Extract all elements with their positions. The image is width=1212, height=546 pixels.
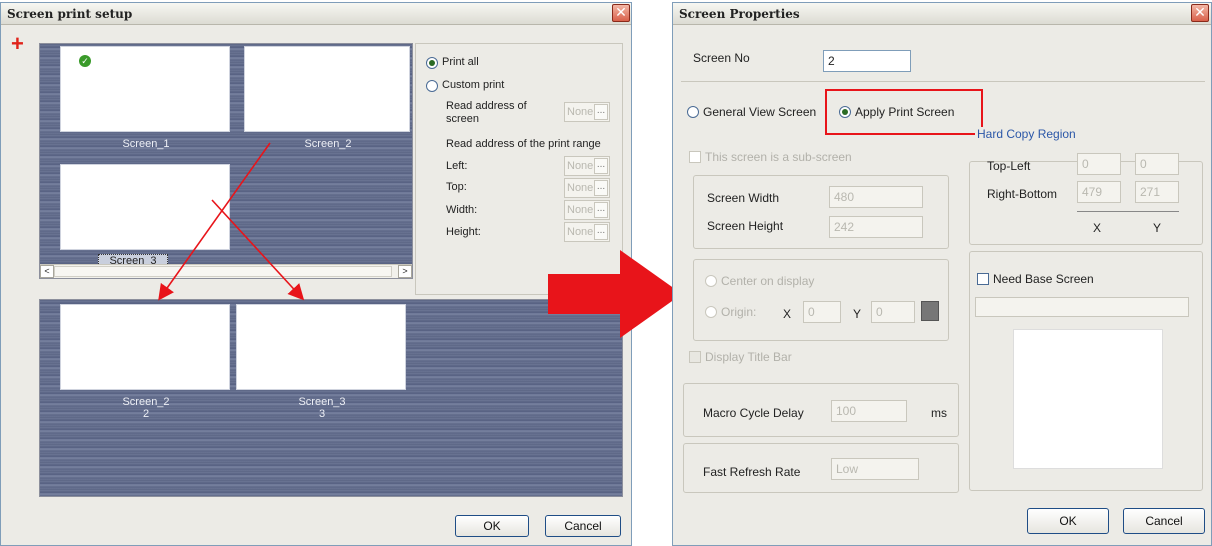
screen-thumbnail-3[interactable] (60, 164, 230, 250)
right-bottom-x-input[interactable]: 479 (1077, 181, 1121, 203)
fast-refresh-label: Fast Refresh Rate (703, 465, 801, 479)
origin-radio[interactable] (705, 306, 717, 318)
sub-screen-checkbox[interactable] (689, 151, 701, 163)
print-screen-label-2: Screen_2 (122, 396, 170, 408)
custom-print-radio[interactable] (426, 80, 438, 92)
macro-cycle-input[interactable]: 100 (831, 400, 907, 422)
screen-properties-dialog: Screen Properties ✕ Screen No 2 General … (672, 2, 1212, 546)
column-y-label: Y (1153, 221, 1162, 235)
column-divider (1077, 211, 1179, 212)
check-icon: ✓ (79, 55, 91, 67)
general-view-label: General View Screen (703, 105, 817, 119)
left-label: Left: (446, 160, 468, 172)
top-left-y-input[interactable]: 0 (1135, 153, 1179, 175)
read-address-screen-field[interactable]: None... (564, 102, 610, 122)
display-title-bar-checkbox[interactable] (689, 351, 701, 363)
print-screen-number-2: 2 (142, 408, 150, 420)
left-field[interactable]: None... (564, 156, 610, 176)
macro-unit-label: ms (931, 406, 947, 420)
top-field[interactable]: None... (564, 178, 610, 198)
ok-button[interactable]: OK (455, 515, 529, 537)
width-field[interactable]: None... (564, 200, 610, 220)
origin-x-input[interactable]: 0 (803, 301, 841, 323)
add-icon[interactable]: + (11, 33, 24, 55)
height-label: Height: (446, 226, 481, 238)
base-screen-select[interactable] (975, 297, 1189, 317)
right-bottom-y-input[interactable]: 271 (1135, 181, 1179, 203)
cancel-button[interactable]: Cancel (545, 515, 621, 537)
read-address-screen-label: Read address of screen (446, 100, 527, 125)
position-group (693, 259, 949, 341)
read-address-range-label: Read address of the print range (446, 138, 601, 150)
highlight-box (825, 89, 983, 135)
big-red-arrow-icon (548, 250, 682, 338)
top-label: Top: (446, 181, 467, 193)
screen-width-label: Screen Width (707, 191, 780, 205)
screen-height-input[interactable]: 242 (829, 216, 923, 238)
scroll-right-icon[interactable]: > (398, 265, 412, 278)
width-label: Width: (446, 204, 478, 216)
general-view-radio[interactable] (687, 106, 699, 118)
macro-cycle-label: Macro Cycle Delay (703, 406, 804, 420)
top-left-label: Top-Left (987, 159, 1031, 173)
print-all-radio[interactable] (426, 57, 438, 69)
screen-label-2: Screen_2 (304, 138, 352, 150)
scroll-left-icon[interactable]: < (40, 265, 54, 278)
origin-y-input[interactable]: 0 (871, 301, 915, 323)
print-screen-thumbnail-3[interactable] (236, 304, 406, 390)
divider (681, 81, 1205, 82)
hard-copy-title: Hard Copy Region (975, 127, 1078, 141)
screen-no-label: Screen No (693, 51, 750, 65)
need-base-checkbox[interactable] (977, 273, 989, 285)
print-all-label: Print all (442, 56, 479, 68)
origin-x-label: X (783, 307, 792, 321)
ok-button[interactable]: OK (1027, 508, 1109, 534)
fast-refresh-select[interactable]: Low (831, 458, 919, 480)
print-screen-number-3: 3 (318, 408, 326, 420)
screen-label-1: Screen_1 (122, 138, 170, 150)
sub-screen-label: This screen is a sub-screen (705, 150, 852, 164)
display-title-bar-label: Display Title Bar (705, 350, 792, 364)
screen-width-input[interactable]: 480 (829, 186, 923, 208)
screen-thumbnail-2[interactable] (244, 46, 410, 132)
dialog-title: Screen Properties (673, 3, 1211, 25)
cancel-button[interactable]: Cancel (1123, 508, 1205, 534)
center-display-radio[interactable] (705, 275, 717, 287)
custom-print-label: Custom print (442, 79, 505, 91)
horizontal-scrollbar[interactable]: < > (40, 264, 412, 278)
center-display-label: Center on display (721, 274, 815, 288)
close-icon[interactable]: ✕ (1191, 4, 1209, 22)
need-base-label: Need Base Screen (993, 272, 1094, 286)
screen-print-setup-dialog: Screen print setup ✕ + ✓ Screen_1 Screen… (0, 2, 632, 546)
close-icon[interactable]: ✕ (612, 4, 630, 22)
screen-height-label: Screen Height (707, 219, 784, 233)
print-screen-list-panel: Screen_2 2 Screen_3 3 (39, 299, 623, 497)
screen-list-panel: ✓ Screen_1 Screen_2 Screen_3 < > (39, 43, 413, 279)
origin-y-label: Y (853, 307, 862, 321)
print-screen-label-3: Screen_3 (298, 396, 346, 408)
dialog-title: Screen print setup (1, 3, 631, 25)
right-bottom-label: Right-Bottom (987, 187, 1058, 201)
scroll-thumb[interactable] (54, 266, 392, 277)
top-left-x-input[interactable]: 0 (1077, 153, 1121, 175)
print-screen-thumbnail-2[interactable] (60, 304, 230, 390)
column-x-label: X (1093, 221, 1102, 235)
height-field[interactable]: None... (564, 222, 610, 242)
origin-label: Origin: (721, 305, 757, 319)
screen-no-input[interactable]: 2 (823, 50, 911, 72)
position-picker-icon[interactable] (921, 301, 939, 321)
base-screen-preview (1013, 329, 1163, 469)
screen-thumbnail-1[interactable]: ✓ (60, 46, 230, 132)
